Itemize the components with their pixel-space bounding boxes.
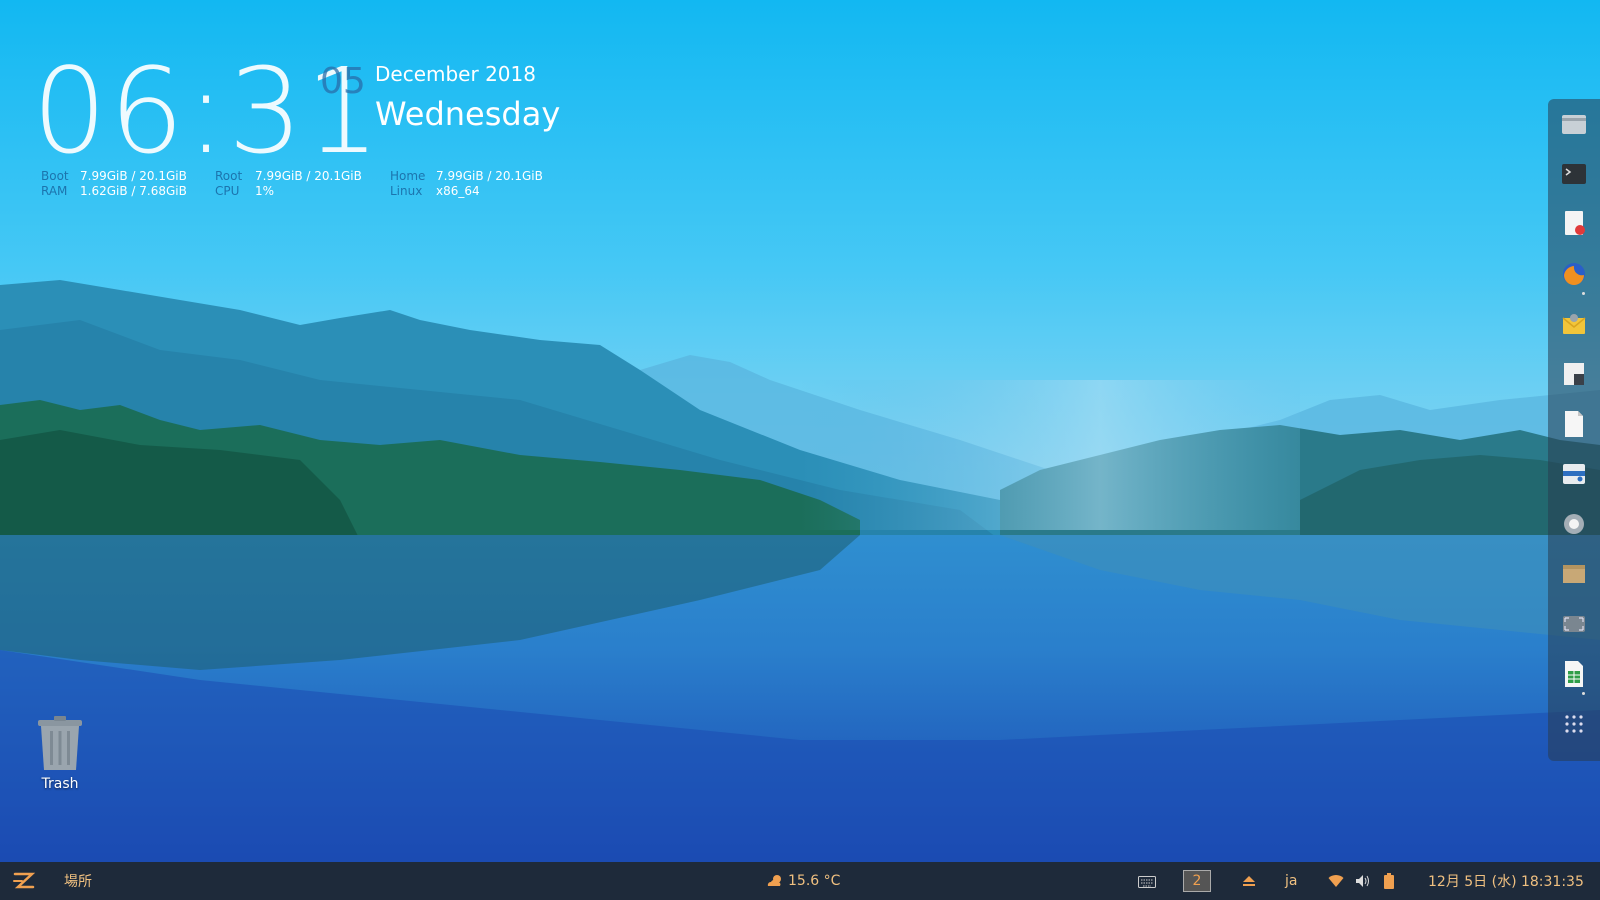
settings-icon — [1564, 514, 1584, 534]
running-indicator — [1582, 292, 1585, 295]
running-indicator — [1582, 692, 1585, 695]
dock-item-document-viewer[interactable] — [1558, 208, 1590, 240]
volume-indicator[interactable] — [1355, 862, 1371, 900]
dock-item-firefox[interactable] — [1558, 258, 1590, 295]
app-menu-button[interactable] — [12, 862, 36, 900]
terminal-icon — [1562, 164, 1586, 184]
dock-item-archive[interactable] — [1558, 558, 1590, 590]
distro-logo-icon — [13, 872, 36, 889]
stat-label: Root — [215, 169, 243, 183]
firefox-icon — [1563, 263, 1585, 285]
stat-value: 1.62GiB / 7.68GiB — [80, 184, 187, 198]
screenshot-icon — [1563, 616, 1585, 632]
files-icon — [1562, 115, 1586, 134]
stat-label: Linux — [390, 184, 423, 198]
battery-icon — [1384, 873, 1394, 889]
bottom-panel: 場所 15.6 °C 2 ja 12月 5日 (水) 18:31:35 — [0, 862, 1600, 900]
wifi-icon — [1328, 875, 1344, 887]
places-menu[interactable]: 場所 — [64, 862, 92, 900]
stat-label: RAM — [41, 184, 68, 198]
volume-icon — [1356, 875, 1369, 887]
panel-clock[interactable]: 12月 5日 (水) 18:31:35 — [1428, 862, 1584, 900]
stat-linux: Linux x86_64 — [390, 184, 480, 199]
stat-value: 1% — [255, 184, 275, 198]
clock-weekday: Wednesday — [375, 95, 561, 133]
network-indicator[interactable] — [1328, 862, 1344, 900]
calendar-icon — [1564, 363, 1584, 385]
stat-value: 7.99GiB / 20.1GiB — [255, 169, 362, 183]
clock-day: 05 — [320, 61, 366, 102]
text-editor-icon — [1565, 411, 1583, 437]
document-viewer-icon — [1565, 211, 1585, 235]
stat-home: Home 7.99GiB / 20.1GiB — [390, 169, 543, 184]
trash-icon — [36, 716, 84, 772]
stat-cpu: CPU 1% — [215, 184, 274, 199]
dock-item-settings[interactable] — [1558, 508, 1590, 540]
stat-value: 7.99GiB / 20.1GiB — [80, 169, 187, 183]
dock — [1548, 99, 1600, 761]
app-grid-icon — [1565, 715, 1583, 733]
weather-temperature: 15.6 °C — [788, 873, 841, 889]
dock-item-terminal[interactable] — [1558, 158, 1590, 190]
battery-indicator[interactable] — [1384, 862, 1394, 900]
stat-value: x86_64 — [436, 184, 480, 198]
stat-label: Home — [390, 169, 426, 183]
stat-ram: RAM 1.62GiB / 7.68GiB — [41, 184, 187, 199]
workspace-switcher[interactable]: 2 — [1183, 862, 1211, 900]
stat-boot: Boot 7.99GiB / 20.1GiB — [41, 169, 187, 184]
software-center-icon — [1563, 464, 1585, 484]
trash-desktop-icon[interactable]: Trash — [28, 716, 92, 792]
eject-icon — [1243, 876, 1255, 886]
dock-item-screenshot[interactable] — [1558, 608, 1590, 640]
stat-label: Boot — [41, 169, 69, 183]
stat-label: CPU — [215, 184, 240, 198]
mail-icon — [1562, 314, 1586, 334]
eject-button[interactable] — [1242, 862, 1256, 900]
input-method-indicator[interactable]: ja — [1285, 862, 1297, 900]
keyboard-indicator[interactable] — [1138, 862, 1156, 900]
weather-cloud-icon — [767, 875, 781, 886]
weather-indicator[interactable]: 15.6 °C — [766, 862, 840, 900]
dock-item-text-editor[interactable] — [1558, 408, 1590, 440]
keyboard-icon — [1138, 876, 1156, 888]
dock-item-calendar[interactable] — [1558, 358, 1590, 390]
trash-label: Trash — [41, 776, 79, 792]
stat-value: 7.99GiB / 20.1GiB — [436, 169, 543, 183]
stat-root: Root 7.99GiB / 20.1GiB — [215, 169, 362, 184]
spreadsheet-icon — [1565, 661, 1583, 687]
dock-item-software-center[interactable] — [1558, 458, 1590, 490]
workspace-number: 2 — [1183, 870, 1211, 892]
clock-month-year: December 2018 — [375, 62, 536, 86]
dock-item-mail[interactable] — [1558, 308, 1590, 340]
archive-icon — [1563, 565, 1585, 583]
dock-item-files[interactable] — [1558, 108, 1590, 140]
dock-item-app-grid[interactable] — [1558, 708, 1590, 740]
dock-item-spreadsheet[interactable] — [1558, 658, 1590, 695]
